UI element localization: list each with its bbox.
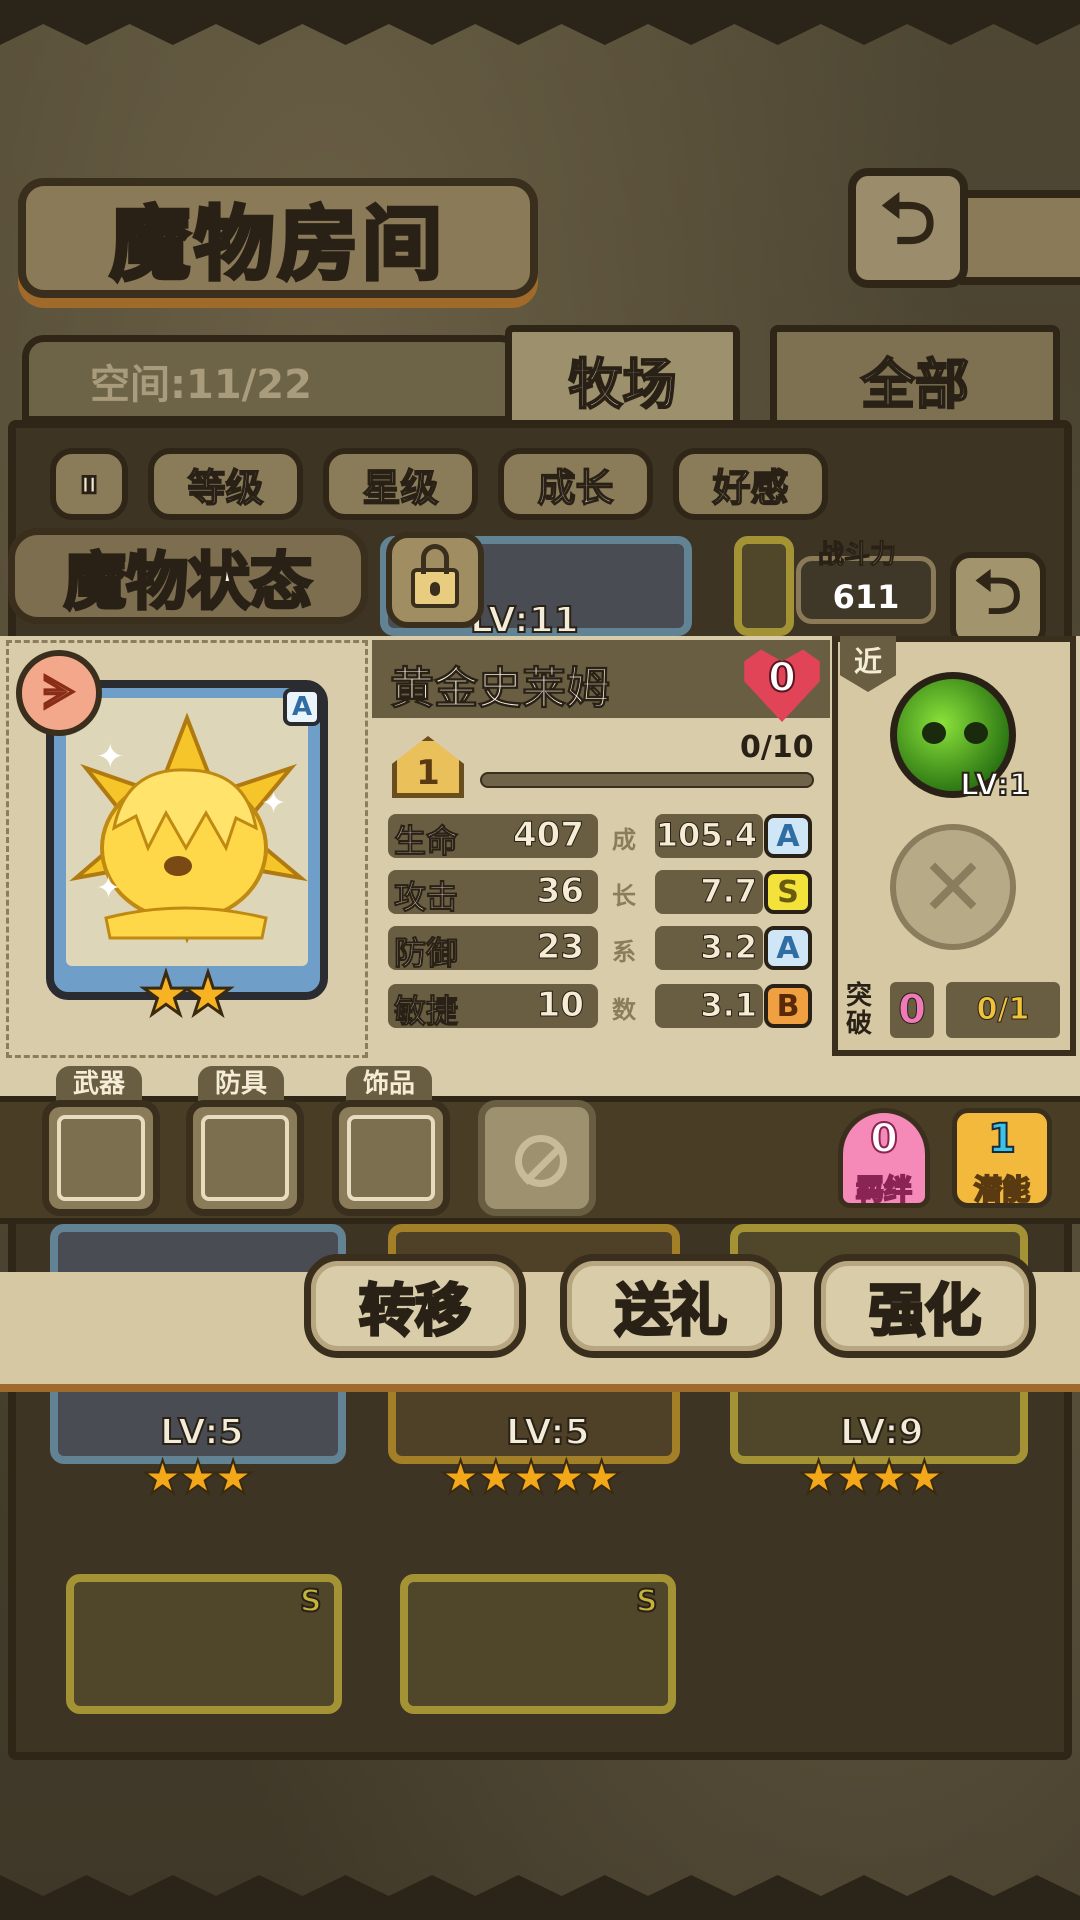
stat-label: 敏捷 <box>393 992 459 1031</box>
growth-caption-char: 长 <box>612 882 636 910</box>
svg-text:✦: ✦ <box>261 786 286 821</box>
combat-power-label: 战斗力 <box>817 540 897 571</box>
monster-card-level: LV:9 <box>839 1411 925 1454</box>
star-rating: ★★ <box>139 959 236 1030</box>
element-icon: ᗒ <box>16 650 102 736</box>
monster-card[interactable] <box>400 1574 676 1714</box>
filter-row: ⏸ 等级 星级 成长 好感 <box>50 448 828 520</box>
skill-level: LV:1 <box>959 767 1031 804</box>
monster-card-rank: S <box>635 1583 659 1620</box>
locked-slot <box>478 1100 596 1216</box>
svg-text:✦: ✦ <box>96 737 125 777</box>
monster-card-rank: S <box>299 1583 323 1620</box>
armor-slot[interactable] <box>186 1100 304 1216</box>
growth-value: 7.7 <box>700 872 758 911</box>
empty-skill-slot[interactable]: ✕ <box>890 824 1016 950</box>
exp-bar <box>480 772 814 788</box>
exp-text: 0/10 <box>740 730 814 765</box>
back-arrow-icon: ⮌ <box>879 177 937 260</box>
svg-text:✦: ✦ <box>96 871 121 906</box>
breakthrough-progress: 0/1 <box>946 982 1060 1038</box>
monster-card-stars: ★★★ <box>141 1449 255 1505</box>
bond-label: 羁绊 <box>855 1172 913 1207</box>
rank-badge: A <box>283 688 321 726</box>
filter-star-button[interactable]: 星级 <box>323 448 478 520</box>
stat-label: 攻击 <box>393 878 459 917</box>
no-entry-icon <box>515 1135 567 1187</box>
monster-name: 黄金史莱姆 <box>390 663 611 715</box>
filter-level-button[interactable]: 等级 <box>148 448 303 520</box>
sort-order-button[interactable]: ⏸ <box>50 448 128 520</box>
space-counter: 空间:11/22 <box>90 362 312 408</box>
monster-card-level: LV:5 <box>159 1411 245 1454</box>
growth-caption-char: 系 <box>612 938 636 966</box>
gift-button[interactable]: 送礼 <box>560 1254 782 1358</box>
lock-icon <box>411 544 459 608</box>
monster-portrait: ✦ ✦ ✦ <box>46 680 328 1000</box>
golden-slime-image: ✦ ✦ ✦ <box>66 698 308 966</box>
page-title: 魔物房间 <box>108 195 446 293</box>
growth-value: 3.2 <box>700 928 758 967</box>
status-title: 魔物状态 <box>62 544 313 620</box>
affection-value: 0 <box>767 654 797 702</box>
stat-value: 23 <box>536 927 584 968</box>
back-button[interactable]: ⮌ <box>848 168 968 288</box>
bond-count: 0 <box>869 1115 899 1163</box>
monster-card-stars: ★★★★ <box>797 1449 946 1505</box>
weapon-slot[interactable] <box>42 1100 160 1216</box>
enhance-button[interactable]: 强化 <box>814 1254 1036 1358</box>
skill-icon <box>922 722 988 744</box>
growth-grade-badge: B <box>764 984 812 1028</box>
equip-label-weapon: 武器 <box>56 1066 142 1102</box>
monster-card-level: LV:11 <box>469 599 580 642</box>
growth-value: 3.1 <box>700 986 758 1025</box>
accessory-slot[interactable] <box>332 1100 450 1216</box>
stat-value: 407 <box>513 815 585 856</box>
stat-value: 36 <box>536 871 584 912</box>
growth-caption-char: 数 <box>612 996 636 1024</box>
growth-grade-badge: S <box>764 870 812 914</box>
growth-value: 105.4 <box>655 816 757 855</box>
breakthrough-label: 突破 <box>846 981 873 1039</box>
close-x-icon: ✕ <box>919 840 987 934</box>
torn-edge-top <box>0 0 1080 45</box>
stat-value: 10 <box>536 985 584 1026</box>
game-screen: 魔物房间 ⮌ 空间:11/22 牧场 全部 ⏸ 等级 星级 成长 好感 LV:1… <box>0 0 1080 1920</box>
torn-edge-bottom <box>0 1875 1080 1920</box>
monster-card-level: LV:5 <box>505 1411 591 1454</box>
growth-grade-badge: A <box>764 926 812 970</box>
equip-label-accessory: 饰品 <box>346 1066 432 1102</box>
tab-ranch[interactable]: 牧场 <box>505 325 740 433</box>
sort-toggle-icon: ⏸ <box>78 460 100 508</box>
breakthrough-count: 0 <box>890 982 934 1038</box>
page-title-plate: 魔物房间 <box>18 178 538 298</box>
potential-count: 1 <box>987 1115 1017 1163</box>
filter-growth-button[interactable]: 成长 <box>498 448 653 520</box>
transfer-button[interactable]: 转移 <box>304 1254 526 1358</box>
tab-all[interactable]: 全部 <box>770 325 1060 433</box>
growth-caption-char: 成 <box>612 826 636 854</box>
growth-grade-badge: A <box>764 814 812 858</box>
stat-label: 防御 <box>393 934 459 973</box>
header-plank <box>960 190 1080 285</box>
combat-power-value: 611 <box>832 578 900 616</box>
status-title-plate: 魔物状态 <box>8 528 368 624</box>
equip-label-armor: 防具 <box>198 1066 284 1102</box>
close-status-button[interactable]: ⮌ <box>950 552 1046 648</box>
monster-card[interactable] <box>734 536 794 636</box>
stat-label: 生命 <box>393 822 459 861</box>
monster-card-stars: ★★★★★ <box>439 1449 623 1505</box>
lock-button[interactable] <box>386 532 484 628</box>
filter-affection-button[interactable]: 好感 <box>673 448 828 520</box>
potential-label: 潜能 <box>973 1172 1031 1207</box>
